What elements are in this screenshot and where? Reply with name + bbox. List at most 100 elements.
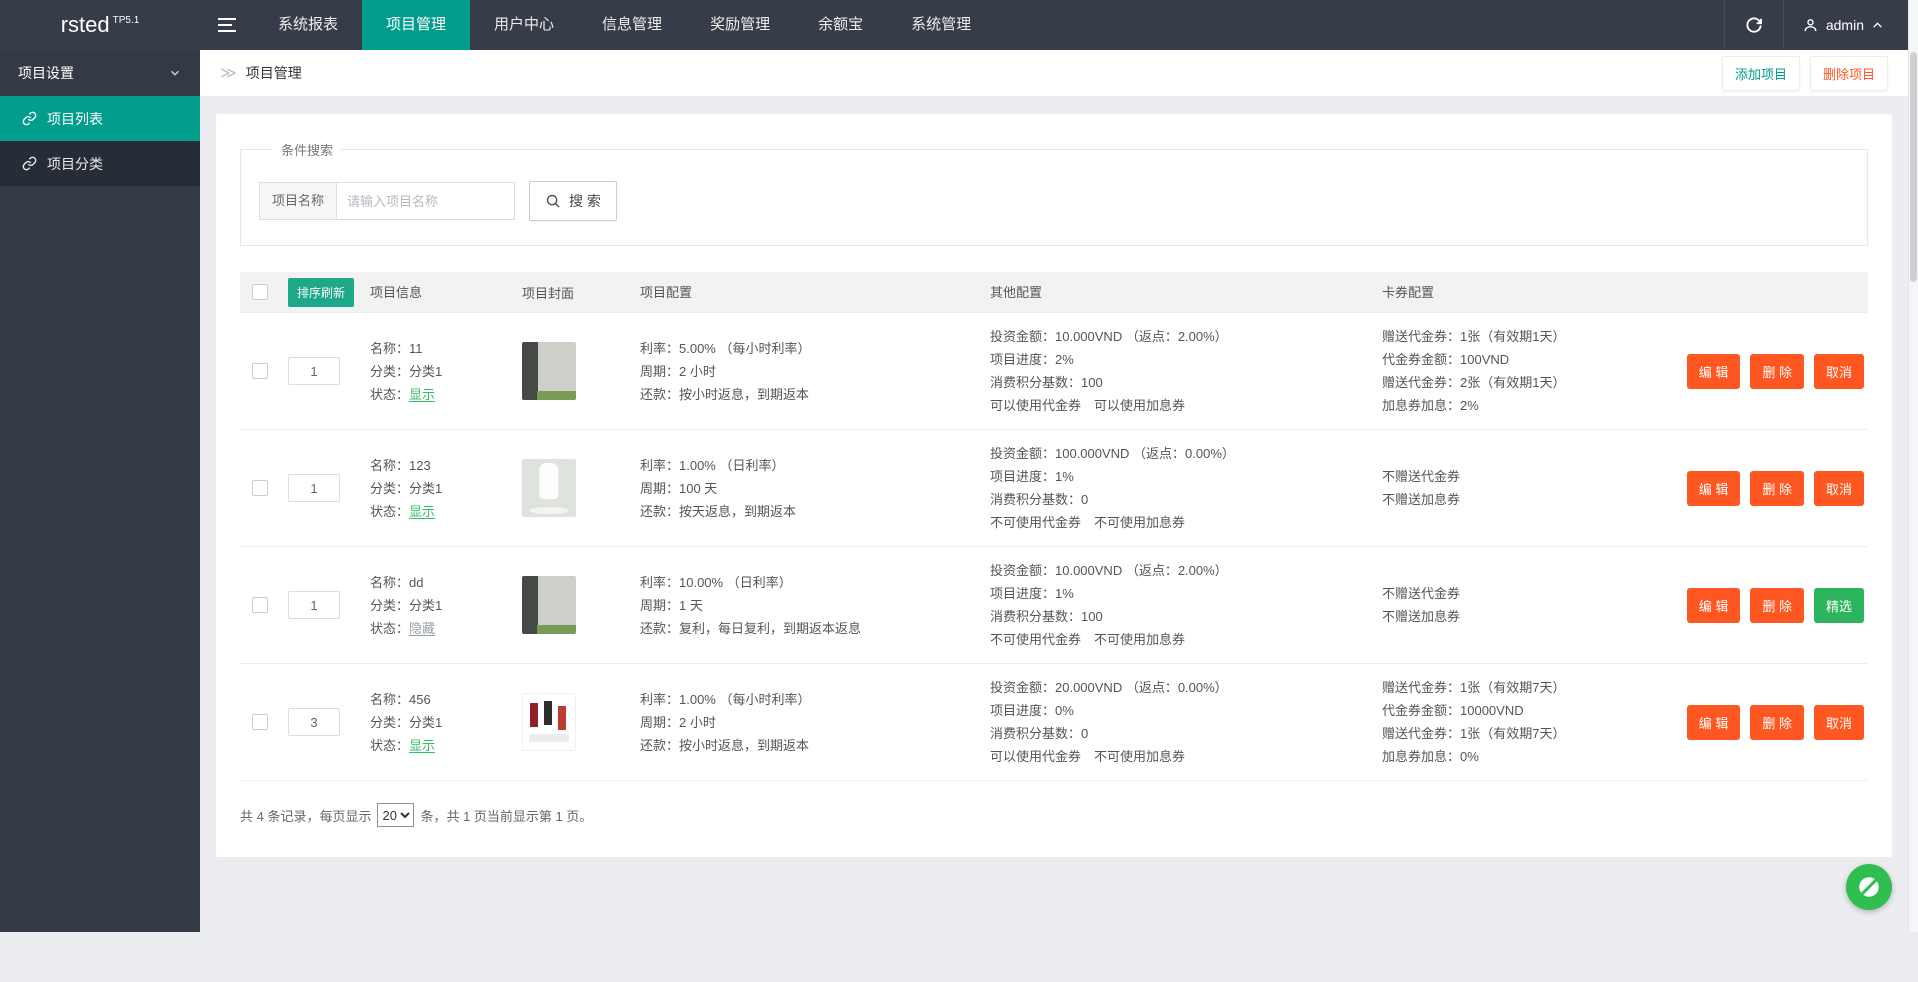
config-line: 不赠送加息券 (1382, 605, 1678, 628)
cancel-button[interactable]: 取消 (1814, 471, 1864, 506)
project-config-cell: 利率：10.00% （日利率）周期：1 天还款：复利，每日复利，到期返本返息 (640, 571, 990, 640)
app-logo: rstedTP5.1 (0, 0, 200, 50)
config-line: 加息券加息：0% (1382, 745, 1678, 768)
header-project-cover: 项目封面 (522, 283, 640, 302)
project-cover-image (522, 342, 576, 400)
link-icon (22, 111, 37, 126)
config-line: 赠送代金券：1张（有效期7天） (1382, 722, 1678, 745)
nav-item-reports[interactable]: 系统报表 (254, 0, 362, 50)
category-label: 分类： (370, 481, 409, 496)
row-checkbox[interactable] (252, 480, 268, 496)
config-line: 项目进度：2% (990, 348, 1374, 371)
cancel-button[interactable]: 取消 (1814, 705, 1864, 740)
scrollbar-thumb[interactable] (1910, 52, 1917, 282)
sort-refresh-button[interactable]: 排序刷新 (288, 278, 354, 307)
config-line: 不可使用代金券 不可使用加息券 (990, 628, 1374, 651)
cancel-button[interactable]: 取消 (1814, 354, 1864, 389)
config-line: 还款：按天返息，到期返本 (640, 500, 982, 523)
config-line: 赠送代金券：2张（有效期1天） (1382, 371, 1678, 394)
pagination-suffix: 条，共 1 页当前显示第 1 页。 (420, 806, 592, 825)
delete-button[interactable]: 删 除 (1750, 588, 1804, 623)
config-line: 投资金额：10.000VND （返点：2.00%） (990, 325, 1374, 348)
slash-circle-icon (1856, 874, 1882, 900)
floating-action-button[interactable] (1846, 864, 1892, 910)
project-info-cell: 名称：dd 分类：分类1 状态：隐藏 (370, 571, 522, 640)
delete-project-button[interactable]: 删除项目 (1810, 56, 1888, 91)
nav-item-rewards[interactable]: 奖励管理 (686, 0, 794, 50)
project-name-input[interactable] (337, 182, 515, 220)
sidebar-group-project-settings[interactable]: 项目设置 (0, 50, 200, 96)
page-size-select[interactable]: 20 (377, 803, 414, 827)
sort-order-input[interactable] (288, 474, 340, 502)
add-project-button[interactable]: 添加项目 (1722, 56, 1800, 91)
sidebar-item-project-list[interactable]: 项目列表 (0, 96, 200, 141)
status-label: 状态： (370, 387, 409, 402)
edit-button[interactable]: 编 辑 (1687, 354, 1741, 389)
feature-button[interactable]: 精选 (1814, 588, 1864, 623)
hamburger-menu-icon[interactable] (200, 0, 254, 50)
config-line: 不赠送代金券 (1382, 465, 1678, 488)
header-coupon-config: 卡券配置 (1382, 281, 1686, 304)
config-line: 不赠送代金券 (1382, 582, 1678, 605)
edit-button[interactable]: 编 辑 (1687, 705, 1741, 740)
project-status: 隐藏 (409, 621, 435, 636)
project-cover-image (522, 576, 576, 634)
project-cover-image (522, 693, 576, 751)
coupon-config-cell: 赠送代金券：1张（有效期7天）代金券金额：10000VND赠送代金券：1张（有效… (1382, 676, 1686, 768)
project-category: 分类1 (409, 364, 442, 379)
sidebar-item-project-category[interactable]: 项目分类 (0, 141, 200, 186)
sort-order-input[interactable] (288, 357, 340, 385)
project-category: 分类1 (409, 598, 442, 613)
select-all-checkbox[interactable] (252, 284, 268, 300)
chevron-up-icon (1871, 19, 1884, 32)
breadcrumb-bar: 项目管理 添加项目 删除项目 (200, 50, 1908, 96)
user-menu[interactable]: admin (1784, 0, 1908, 50)
coupon-config-cell: 不赠送代金券不赠送加息券 (1382, 465, 1686, 511)
delete-button[interactable]: 删 除 (1750, 705, 1804, 740)
nav-item-projects[interactable]: 项目管理 (362, 0, 470, 50)
delete-button[interactable]: 删 除 (1750, 354, 1804, 389)
search-icon (545, 193, 562, 210)
logo-version-badge: TP5.1 (113, 15, 140, 26)
sort-order-input[interactable] (288, 591, 340, 619)
config-line: 周期：100 天 (640, 477, 982, 500)
row-checkbox[interactable] (252, 597, 268, 613)
config-line: 利率：1.00% （每小时利率） (640, 688, 982, 711)
table-row: 名称：123 分类：分类1 状态：显示 利率：1.00% （日利率）周期：100… (240, 429, 1868, 546)
edit-button[interactable]: 编 辑 (1687, 471, 1741, 506)
config-line: 消费积分基数：100 (990, 605, 1374, 628)
row-checkbox[interactable] (252, 363, 268, 379)
config-line: 还款：复利，每日复利，到期返本返息 (640, 617, 982, 640)
refresh-button[interactable] (1724, 0, 1784, 50)
delete-button[interactable]: 删 除 (1750, 471, 1804, 506)
sort-order-input[interactable] (288, 708, 340, 736)
nav-item-system[interactable]: 系统管理 (887, 0, 995, 50)
other-config-cell: 投资金额：10.000VND （返点：2.00%）项目进度：2%消费积分基数：1… (990, 325, 1382, 417)
project-config-cell: 利率：1.00% （日利率）周期：100 天还款：按天返息，到期返本 (640, 454, 990, 523)
project-name: 11 (409, 341, 423, 356)
config-line: 项目进度：1% (990, 582, 1374, 605)
category-label: 分类： (370, 598, 409, 613)
table-row: 名称：dd 分类：分类1 状态：隐藏 利率：10.00% （日利率）周期：1 天… (240, 546, 1868, 663)
refresh-icon (1744, 15, 1764, 35)
search-button[interactable]: 搜 索 (529, 181, 617, 221)
row-checkbox[interactable] (252, 714, 268, 730)
nav-item-info[interactable]: 信息管理 (578, 0, 686, 50)
name-label: 名称： (370, 341, 409, 356)
config-line: 利率：10.00% （日利率） (640, 571, 982, 594)
project-info-cell: 名称：123 分类：分类1 状态：显示 (370, 454, 522, 523)
project-name: 456 (409, 692, 431, 707)
table-row: 名称：11 分类：分类1 状态：显示 利率：5.00% （每小时利率）周期：2 … (240, 312, 1868, 429)
config-line: 利率：1.00% （日利率） (640, 454, 982, 477)
edit-button[interactable]: 编 辑 (1687, 588, 1741, 623)
config-line: 项目进度：1% (990, 465, 1374, 488)
table-row: 名称：456 分类：分类1 状态：显示 利率：1.00% （每小时利率）周期：2… (240, 663, 1868, 780)
config-line: 加息券加息：2% (1382, 394, 1678, 417)
nav-item-yuebao[interactable]: 余额宝 (794, 0, 887, 50)
config-line: 投资金额：10.000VND （返点：2.00%） (990, 559, 1374, 582)
nav-item-users[interactable]: 用户中心 (470, 0, 578, 50)
pagination: 共 4 条记录，每页显示 20 条，共 1 页当前显示第 1 页。 (240, 803, 1868, 827)
sidebar-item-label: 项目列表 (47, 109, 103, 129)
name-label: 名称： (370, 575, 409, 590)
project-info-cell: 名称：456 分类：分类1 状态：显示 (370, 688, 522, 757)
